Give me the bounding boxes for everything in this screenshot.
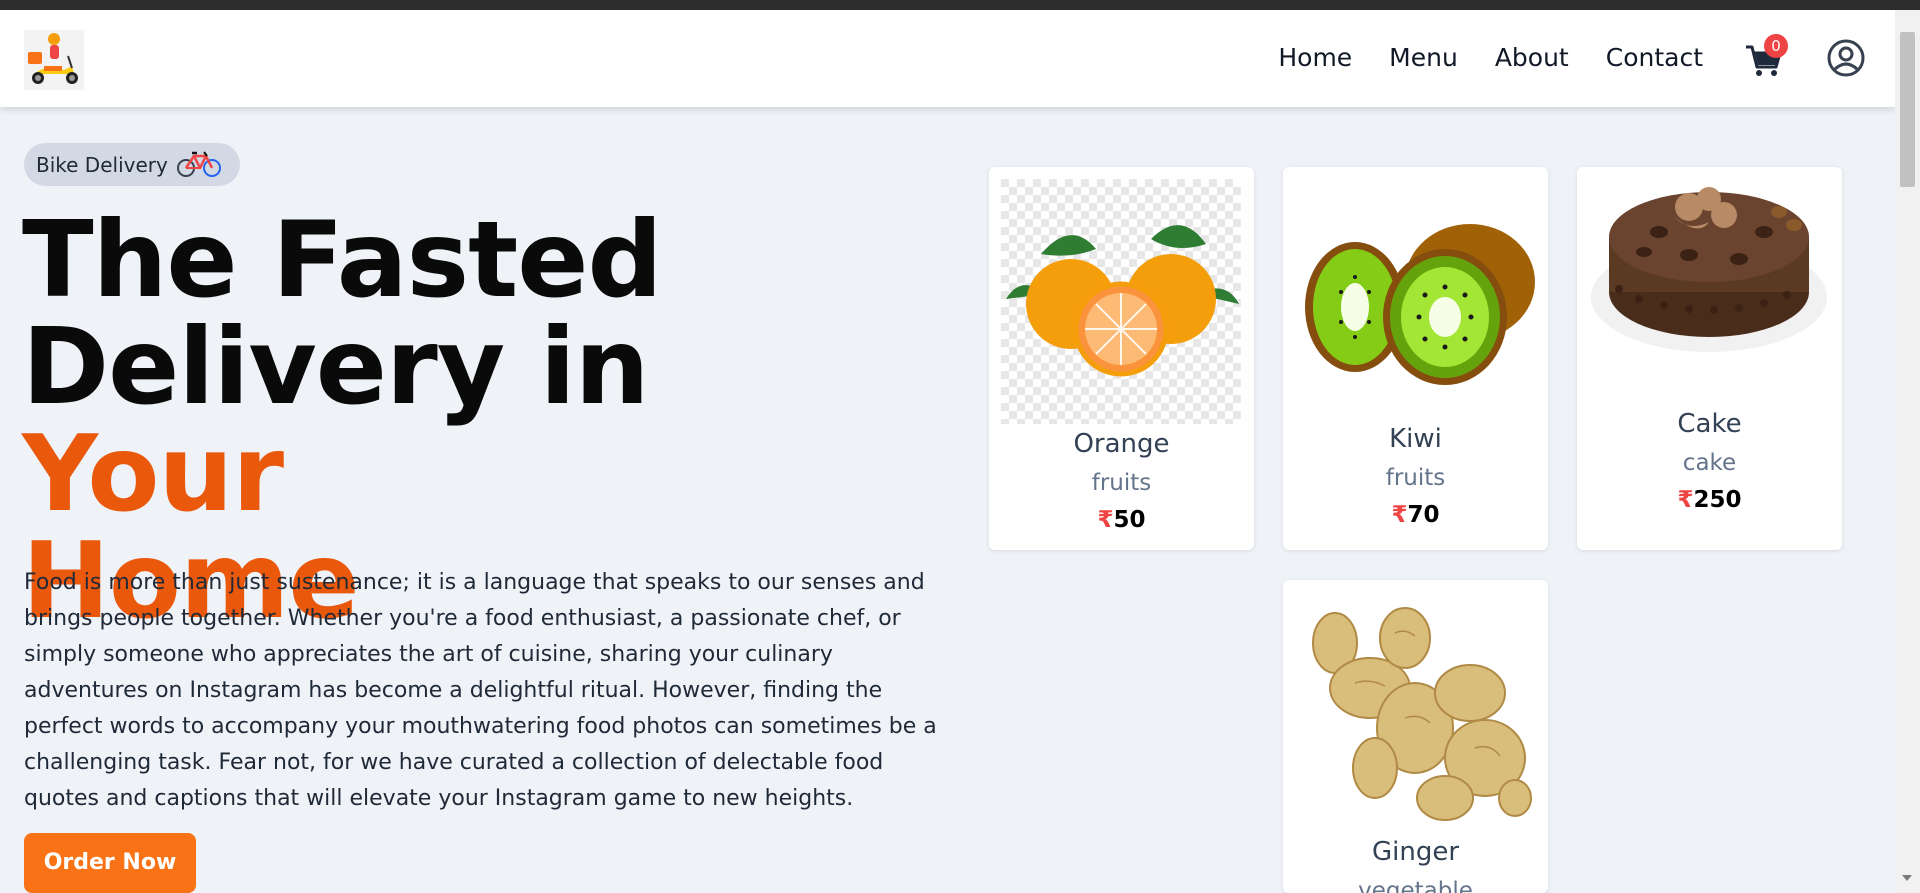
profile-button[interactable] xyxy=(1826,38,1866,78)
kiwi-image xyxy=(1305,224,1535,385)
rupee-symbol: ₹ xyxy=(1097,507,1114,533)
product-price: ₹50 xyxy=(989,507,1254,533)
scroll-thumb[interactable] xyxy=(1900,32,1915,187)
product-category: vegetable xyxy=(1358,878,1473,893)
nav-link-home[interactable]: Home xyxy=(1278,43,1352,72)
bike-delivery-badge: Bike Delivery xyxy=(24,143,240,186)
product-card-ginger[interactable]: Ginger vegetable xyxy=(1283,580,1548,893)
product-card-cake[interactable]: Cake cake ₹250 xyxy=(1577,167,1842,550)
bicycle-icon xyxy=(177,151,221,177)
product-name: Kiwi xyxy=(1389,424,1442,454)
nav-links: Home Menu About Contact xyxy=(1278,43,1703,72)
product-price-value: 250 xyxy=(1693,487,1742,513)
hero-title-accent-your: Your xyxy=(22,413,284,535)
product-price-value: 50 xyxy=(1113,507,1146,533)
product-price-value: 70 xyxy=(1407,502,1440,528)
cake-image xyxy=(1591,187,1827,352)
rupee-symbol: ₹ xyxy=(1391,502,1408,528)
product-card-kiwi[interactable]: Kiwi fruits ₹70 xyxy=(1283,167,1548,550)
badge-label: Bike Delivery xyxy=(36,153,168,177)
cart-button[interactable]: 0 xyxy=(1744,34,1788,80)
rupee-symbol: ₹ xyxy=(1677,487,1694,513)
cart-count-badge: 0 xyxy=(1764,34,1788,58)
hero-title-line1: The Fasted xyxy=(22,199,663,321)
order-now-button[interactable]: Order Now xyxy=(24,833,196,893)
orange-image xyxy=(1001,179,1241,424)
product-name: Orange xyxy=(1073,429,1170,459)
nav-link-about[interactable]: About xyxy=(1495,43,1569,72)
product-name: Cake xyxy=(1677,409,1742,439)
product-price: ₹250 xyxy=(1577,487,1842,513)
delivery-scooter-logo[interactable] xyxy=(24,30,84,90)
nav-link-contact[interactable]: Contact xyxy=(1606,43,1703,72)
product-card-orange[interactable]: Orange fruits ₹50 xyxy=(989,167,1254,550)
navbar: Home Menu About Contact 0 xyxy=(0,10,1895,107)
product-category: fruits xyxy=(1091,470,1152,496)
scroll-down-icon[interactable] xyxy=(1902,875,1912,881)
user-circle-icon xyxy=(1827,39,1865,77)
nav-link-menu[interactable]: Menu xyxy=(1389,43,1458,72)
product-price: ₹70 xyxy=(1283,502,1548,528)
product-category: fruits xyxy=(1385,465,1446,491)
product-name: Ginger xyxy=(1371,837,1460,867)
product-category: cake xyxy=(1682,450,1737,476)
ginger-image xyxy=(1312,607,1532,821)
hero-title-line2: Delivery in xyxy=(22,306,650,428)
browser-top-strip xyxy=(0,0,1920,10)
vertical-scrollbar[interactable] xyxy=(1895,10,1920,893)
hero-description: Food is more than just sustenance; it is… xyxy=(24,570,937,811)
